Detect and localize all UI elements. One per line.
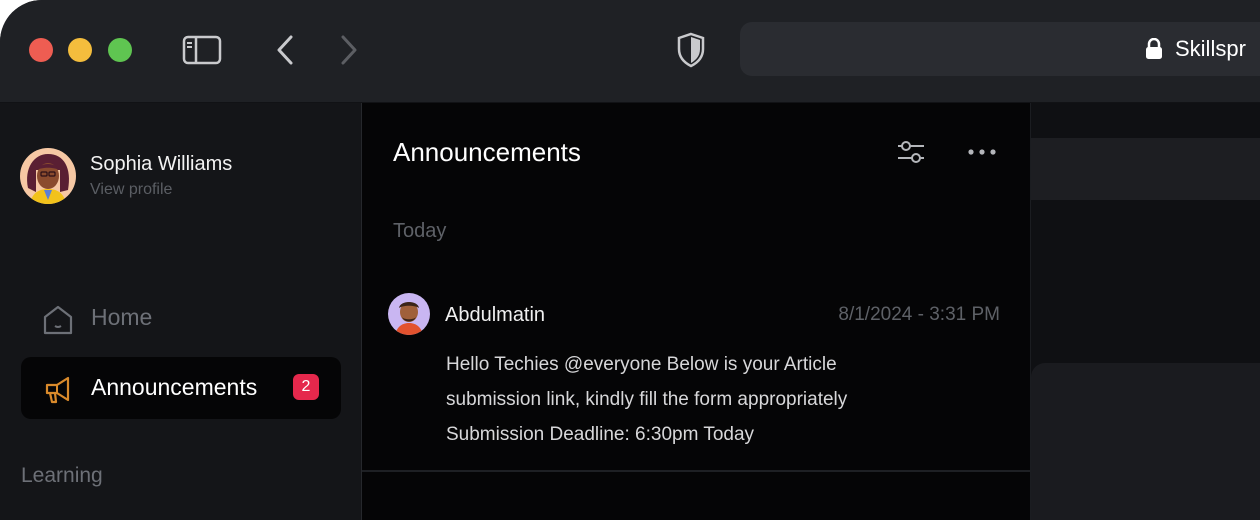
- browser-window: Skillspr Sophia Williams View profile Ho…: [0, 0, 1260, 520]
- url-text: Skillspr: [1175, 36, 1246, 61]
- lock-icon: [1145, 37, 1163, 65]
- announcements-panel: Announcements Today Abdulmatin 8/1/2024 …: [362, 103, 1030, 520]
- address-bar[interactable]: Skillspr: [740, 22, 1260, 76]
- detail-header-block: [1031, 138, 1260, 200]
- close-window-button[interactable]: [29, 38, 53, 62]
- message-line: Submission Deadline: 6:30pm Today: [446, 424, 755, 445]
- shield-icon[interactable]: [674, 30, 708, 70]
- more-options-icon[interactable]: [962, 133, 1002, 171]
- nav-item-home[interactable]: Home: [21, 287, 341, 349]
- sidebar: Sophia Williams View profile Home Announ…: [0, 103, 362, 520]
- date-group-label: Today: [393, 220, 447, 242]
- user-avatar[interactable]: [20, 148, 76, 204]
- message-line: submission link, kindly fill the form ap…: [446, 389, 848, 410]
- back-arrow-icon[interactable]: [270, 32, 300, 68]
- filter-sliders-icon[interactable]: [892, 133, 930, 171]
- sidebar-toggle-icon[interactable]: [181, 32, 223, 68]
- message-divider: [362, 470, 1030, 472]
- message-timestamp: 8/1/2024 - 3:31 PM: [838, 304, 1000, 325]
- browser-titlebar: Skillspr: [0, 0, 1260, 103]
- megaphone-icon: [41, 374, 75, 411]
- detail-card: [1031, 363, 1260, 520]
- nav-item-announcements[interactable]: Announcements 2: [21, 357, 341, 419]
- message-body: Hello Techies @everyone Below is your Ar…: [446, 347, 986, 452]
- unread-count-badge: 2: [293, 374, 319, 400]
- panel-title: Announcements: [393, 137, 581, 167]
- section-label-learning: Learning: [21, 464, 103, 487]
- nav-item-announcements-label: Announcements: [91, 374, 258, 400]
- view-profile-link[interactable]: View profile: [90, 181, 172, 199]
- home-icon: [41, 304, 75, 341]
- profile-name: Sophia Williams: [90, 153, 233, 175]
- author-avatar[interactable]: [388, 293, 430, 335]
- detail-pane: [1031, 103, 1260, 520]
- nav-item-home-label: Home: [91, 304, 153, 330]
- message-line: Hello Techies @everyone Below is your Ar…: [446, 354, 837, 375]
- zoom-window-button[interactable]: [108, 38, 132, 62]
- message-author: Abdulmatin: [445, 304, 546, 326]
- forward-arrow-icon[interactable]: [334, 32, 364, 68]
- minimize-window-button[interactable]: [68, 38, 92, 62]
